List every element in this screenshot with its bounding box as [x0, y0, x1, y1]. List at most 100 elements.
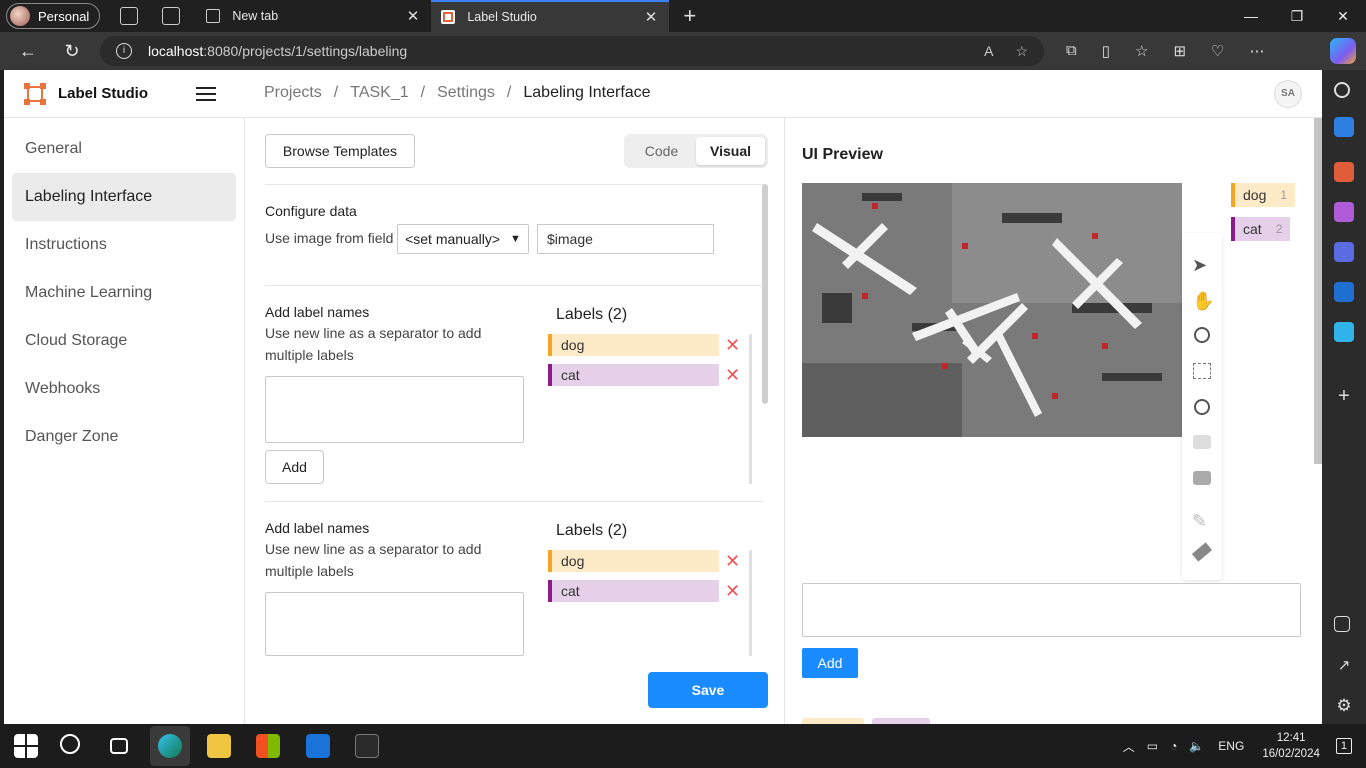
preview-textarea[interactable]: [802, 583, 1301, 637]
outlook-icon[interactable]: [1334, 282, 1354, 302]
favorites-icon[interactable]: ☆: [1135, 42, 1148, 60]
rotate-left-icon[interactable]: [1193, 435, 1211, 449]
profile-button[interactable]: Personal: [6, 3, 101, 29]
delete-label-icon[interactable]: ✕: [725, 364, 740, 386]
delete-label-icon[interactable]: ✕: [725, 550, 740, 572]
notifications-badge[interactable]: 1: [1335, 738, 1352, 754]
tab-close-icon[interactable]: ✕: [645, 8, 658, 26]
tab-actions-icon[interactable]: [162, 7, 181, 25]
shopping-icon[interactable]: [1334, 117, 1354, 137]
labels-scrollbar[interactable]: [749, 334, 752, 484]
collections-icon[interactable]: ⊞: [1173, 42, 1186, 60]
rotate-right-icon[interactable]: [1193, 471, 1211, 485]
workspaces-icon[interactable]: [120, 7, 139, 25]
delete-label-icon[interactable]: ✕: [725, 334, 740, 356]
chevron-up-icon[interactable]: ︿: [1123, 738, 1135, 755]
breadcrumb-task[interactable]: TASK_1: [350, 84, 408, 102]
m365-icon[interactable]: [1334, 242, 1354, 262]
close-window-button[interactable]: ✕: [1320, 0, 1366, 32]
config-scrollbar[interactable]: [762, 184, 768, 404]
read-aloud-icon[interactable]: A: [984, 43, 993, 60]
extensions-icon[interactable]: ⧉: [1066, 42, 1077, 60]
sidebar-item-labeling-interface[interactable]: Labeling Interface: [12, 173, 236, 221]
new-tab-button[interactable]: +: [683, 3, 696, 29]
sidebar-item-instructions[interactable]: Instructions: [4, 221, 244, 269]
favorite-star-icon[interactable]: ☆: [1015, 43, 1028, 60]
tools-icon[interactable]: [1334, 162, 1354, 182]
eraser-icon[interactable]: [1191, 542, 1213, 562]
task-view-icon[interactable]: [110, 738, 128, 754]
select-pointer-icon[interactable]: ➤: [1192, 255, 1212, 275]
sidebar-item-cloud-storage[interactable]: Cloud Storage: [4, 317, 244, 365]
search-icon[interactable]: [1334, 82, 1350, 98]
brush-icon[interactable]: ✎: [1192, 511, 1212, 531]
code-mode-button[interactable]: Code: [627, 137, 696, 165]
sidebar-item-machine-learning[interactable]: Machine Learning: [4, 269, 244, 317]
store-icon[interactable]: [256, 734, 280, 758]
breadcrumb-projects[interactable]: Projects: [264, 84, 322, 102]
zoom-in-icon[interactable]: [1194, 327, 1210, 343]
airport-aerial-photo: [802, 183, 1182, 437]
file-explorer-icon[interactable]: [207, 734, 231, 758]
volume-icon[interactable]: 🔈: [1189, 739, 1204, 753]
tab-new-tab[interactable]: New tab ✕: [196, 0, 431, 32]
mail-icon[interactable]: [306, 734, 330, 758]
label-names-textarea[interactable]: [265, 592, 524, 656]
browser-essentials-icon[interactable]: ♡: [1211, 42, 1224, 60]
browse-templates-button[interactable]: Browse Templates: [265, 134, 415, 168]
more-menu-icon[interactable]: ⋯: [1249, 42, 1264, 60]
label-item-cat[interactable]: cat: [548, 364, 719, 386]
labels-scrollbar[interactable]: [749, 550, 752, 656]
hamburger-menu-icon[interactable]: [196, 86, 216, 101]
clock-date: 16/02/2024: [1262, 748, 1320, 760]
preview-scrollbar[interactable]: [1314, 118, 1322, 464]
minimize-button[interactable]: —: [1228, 0, 1274, 32]
zoom-out-icon[interactable]: [1194, 399, 1210, 415]
clock[interactable]: 12:41 16/02/2024: [1262, 730, 1320, 762]
user-avatar[interactable]: SA: [1274, 80, 1302, 108]
wifi-icon[interactable]: ◔: [1170, 739, 1177, 753]
preview-label-dog[interactable]: dog 1: [1231, 183, 1296, 207]
visual-mode-button[interactable]: Visual: [696, 137, 765, 165]
label-names-textarea[interactable]: [265, 376, 524, 443]
tab-close-icon[interactable]: ✕: [407, 7, 420, 25]
back-button[interactable]: ←: [10, 41, 46, 62]
field-value-input[interactable]: $image: [537, 224, 714, 254]
battery-icon[interactable]: ▭: [1147, 739, 1158, 753]
preview-image[interactable]: [802, 183, 1182, 437]
address-bar[interactable]: i localhost :8080/projects/1/settings/la…: [100, 36, 1044, 66]
add-app-icon[interactable]: +: [1334, 386, 1354, 406]
site-info-icon[interactable]: i: [116, 43, 132, 59]
settings-gear-icon[interactable]: ⚙: [1334, 696, 1354, 716]
chevron-down-icon: ▼: [510, 233, 521, 245]
external-link-icon[interactable]: ↗: [1334, 656, 1354, 676]
fit-to-screen-icon[interactable]: [1193, 363, 1211, 379]
delete-label-icon[interactable]: ✕: [725, 580, 740, 602]
games-icon[interactable]: [1334, 202, 1354, 222]
refresh-button[interactable]: ↻: [54, 41, 90, 62]
tab-label-studio[interactable]: Label Studio ✕: [431, 0, 670, 32]
sidebar-item-webhooks[interactable]: Webhooks: [4, 365, 244, 413]
label-item-dog[interactable]: dog: [548, 334, 719, 356]
sidebar-toggle-icon[interactable]: [1334, 616, 1350, 632]
save-button[interactable]: Save: [648, 672, 768, 708]
terminal-icon[interactable]: [355, 734, 379, 758]
preview-add-button[interactable]: Add: [802, 648, 858, 678]
copilot-icon[interactable]: [1330, 38, 1356, 64]
field-select[interactable]: <set manually> ▼: [397, 224, 529, 254]
sidebar-item-danger-zone[interactable]: Danger Zone: [4, 413, 244, 461]
pan-hand-icon[interactable]: ✋: [1192, 291, 1214, 311]
restore-button[interactable]: ❐: [1274, 0, 1320, 32]
sidebar-item-general[interactable]: General: [4, 125, 244, 173]
label-studio-logo-icon[interactable]: [24, 82, 46, 105]
preview-label-cat[interactable]: cat 2: [1231, 217, 1291, 241]
start-windows-icon[interactable]: [14, 734, 38, 758]
label-item-dog[interactable]: dog: [548, 550, 719, 572]
search-icon[interactable]: [60, 734, 80, 754]
breadcrumb-settings[interactable]: Settings: [437, 84, 495, 102]
drop-icon[interactable]: [1334, 322, 1354, 342]
split-screen-icon[interactable]: ▯: [1102, 42, 1110, 60]
language-indicator[interactable]: ENG: [1218, 739, 1244, 753]
add-labels-button[interactable]: Add: [265, 450, 324, 484]
label-item-cat[interactable]: cat: [548, 580, 719, 602]
